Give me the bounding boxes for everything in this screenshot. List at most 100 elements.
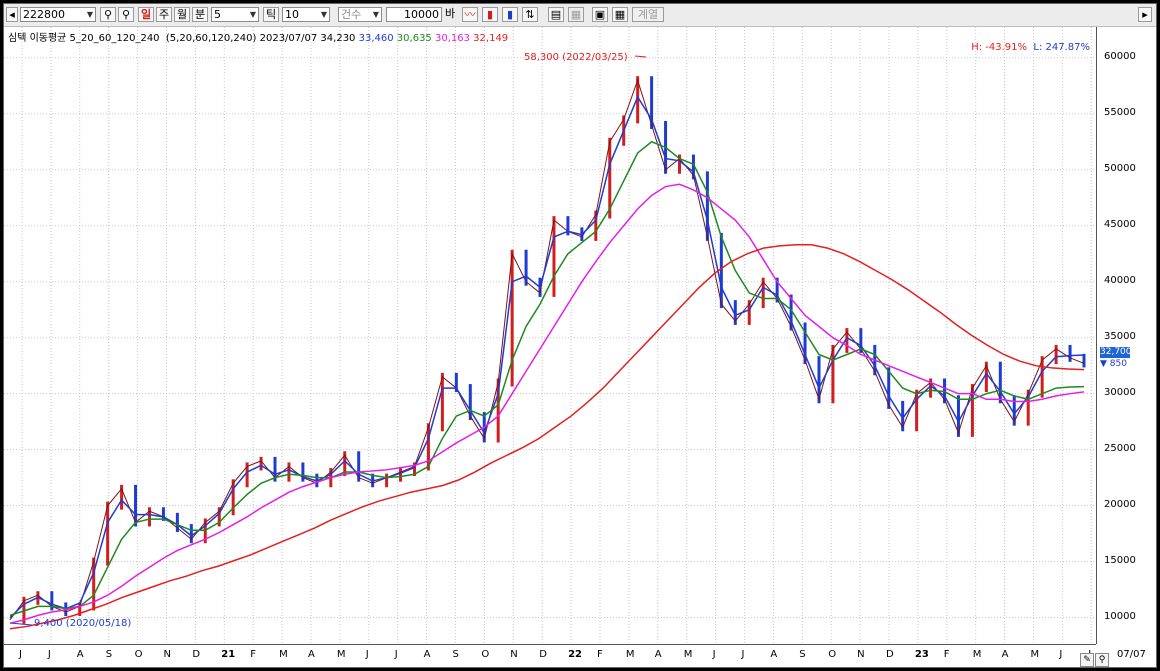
count-input[interactable]: 10000 — [386, 7, 442, 22]
minute-value: 5 — [214, 8, 221, 21]
bar-label: 바 — [445, 7, 456, 20]
x-tick-label: F — [250, 649, 256, 660]
high-low-info: H: -43.91% L: 247.87% — [971, 42, 1090, 53]
x-tick-label: 22 — [568, 649, 583, 660]
line-chart-icon[interactable]: 〰 — [462, 7, 478, 22]
high-percent: H: -43.91% — [971, 42, 1028, 53]
x-tick-label: J — [394, 649, 398, 660]
x-tick-label: J — [47, 649, 51, 660]
x-tick-label: J — [365, 649, 369, 660]
ma5-value: 33,460 — [358, 33, 394, 44]
grid-icon[interactable]: ▦ — [612, 7, 628, 22]
x-tick-label: N — [163, 649, 171, 660]
min-price-annotation: 9,400 (2020/05/18) — [34, 618, 132, 629]
last-date-label: 07/07 — [1117, 649, 1146, 660]
x-tick-label: N — [510, 649, 518, 660]
x-tick-label: M — [1030, 649, 1040, 660]
scroll-right-icon[interactable]: ▸ — [1138, 7, 1152, 22]
x-tick-label: O — [481, 649, 490, 660]
x-tick-label: M — [625, 649, 635, 660]
copy-icon[interactable]: ▣ — [592, 7, 608, 22]
price-chart[interactable] — [4, 27, 1096, 644]
edit-icon[interactable]: ✎ — [1080, 653, 1094, 667]
zoom-icon[interactable]: ⚲ — [1095, 653, 1109, 667]
minute-select[interactable]: 5 ▼ — [211, 7, 259, 22]
x-tick-label: S — [105, 649, 113, 660]
x-tick-label: S — [452, 649, 459, 660]
chart-window: ◂ 222800 ▼ ⚲ ⚲ 일 주 월 분 5 ▼ 틱 10 ▼ 건수 ▼ 1… — [3, 3, 1157, 668]
search-reset-icon[interactable]: ⚲ — [118, 7, 134, 22]
ma120-value: 32,149 — [473, 33, 509, 44]
x-tick-label: N — [857, 649, 865, 660]
y-tick-label: 25000 — [1104, 442, 1136, 454]
count-select[interactable]: 건수 ▼ — [338, 7, 382, 22]
document-icon[interactable]: ▤ — [548, 7, 564, 22]
series-button: 계열 — [632, 7, 664, 22]
x-tick-label: J — [712, 649, 716, 660]
tick-value: 10 — [285, 8, 299, 21]
y-tick-label: 40000 — [1104, 274, 1136, 286]
chevron-down-icon: ▼ — [372, 10, 379, 19]
x-tick-label: M — [683, 649, 693, 660]
ma120-line — [9, 244, 1085, 630]
search-icon[interactable]: ⚲ — [100, 7, 116, 22]
indicator-name: 심텍 이동평균 5_20_60_120_240 — [8, 33, 160, 44]
count-label: 건수 — [341, 8, 362, 21]
x-tick-label: O — [134, 649, 143, 660]
period-month-button[interactable]: 월 — [174, 7, 190, 22]
corner-tools: ✎ ⚲ — [1080, 647, 1110, 667]
y-tick-label: 60000 — [1104, 50, 1136, 62]
tick-button[interactable]: 틱 — [263, 7, 279, 22]
min-marker-arrow — [9, 622, 33, 626]
x-tick-label: S — [799, 649, 806, 660]
x-tick-label: M — [336, 649, 346, 660]
chevron-down-icon: ▼ — [86, 10, 93, 19]
chevron-down-icon: ▼ — [249, 10, 256, 19]
indicator-legend: 심텍 이동평균 5_20_60_120_240 (5,20,60,120,240… — [8, 29, 508, 44]
y-tick-label: 20000 — [1104, 498, 1136, 510]
x-tick-label: A — [654, 649, 662, 660]
current-price-badge: 32,700 — [1100, 347, 1132, 358]
x-tick-label: F — [943, 649, 950, 660]
y-tick-label: 50000 — [1104, 162, 1136, 174]
max-price-annotation: 58,300 (2022/03/25) — [524, 52, 628, 63]
x-tick-label: A — [1001, 649, 1009, 660]
sort-icon[interactable]: ⇅ — [522, 7, 538, 22]
x-tick-label: A — [423, 649, 431, 660]
stock-code-select[interactable]: 222800 ▼ — [20, 7, 96, 22]
tick-select[interactable]: 10 ▼ — [282, 7, 330, 22]
ma5-line — [9, 95, 1085, 619]
ma20-value: 30,635 — [396, 33, 432, 44]
current-change: ▼ 850 — [1100, 359, 1127, 369]
candle-chart-icon[interactable]: ▮ — [482, 7, 498, 22]
disabled-tool-icon: ▦ — [568, 7, 584, 22]
y-tick-label: 35000 — [1104, 330, 1136, 342]
chevron-down-icon: ▼ — [320, 10, 327, 19]
x-tick-label: A — [76, 649, 84, 660]
last-date-close: 2023/07/07 34,230 — [259, 33, 356, 44]
x-tick-label: J — [19, 649, 22, 660]
max-marker-arrow — [634, 55, 647, 58]
indicator-params: (5,20,60,120,240) — [165, 33, 257, 44]
y-tick-label: 45000 — [1104, 218, 1136, 230]
stock-code-value: 222800 — [23, 8, 65, 21]
x-tick-label: 21 — [221, 649, 236, 660]
x-tick-label: J — [741, 649, 745, 660]
period-minute-button[interactable]: 분 — [192, 7, 208, 22]
x-tick-label: 23 — [914, 649, 929, 660]
x-tick-label: J — [1059, 649, 1063, 660]
ma60-value: 30,163 — [434, 33, 470, 44]
period-week-button[interactable]: 주 — [156, 7, 172, 22]
period-day-button[interactable]: 일 — [138, 7, 154, 22]
x-tick-label: A — [770, 649, 778, 660]
toolbar: ◂ 222800 ▼ ⚲ ⚲ 일 주 월 분 5 ▼ 틱 10 ▼ 건수 ▼ 1… — [4, 4, 1156, 27]
scroll-left-icon[interactable]: ◂ — [6, 7, 18, 22]
x-tick-label: D — [539, 649, 547, 660]
x-tick-label: D — [886, 649, 894, 660]
x-tick-label: M — [972, 649, 982, 660]
y-tick-label: 15000 — [1104, 554, 1136, 566]
close-line — [9, 78, 1085, 621]
x-tick-label: M — [279, 649, 288, 660]
y-tick-label: 10000 — [1104, 610, 1136, 622]
bar-chart-icon[interactable]: ▮ — [502, 7, 518, 22]
